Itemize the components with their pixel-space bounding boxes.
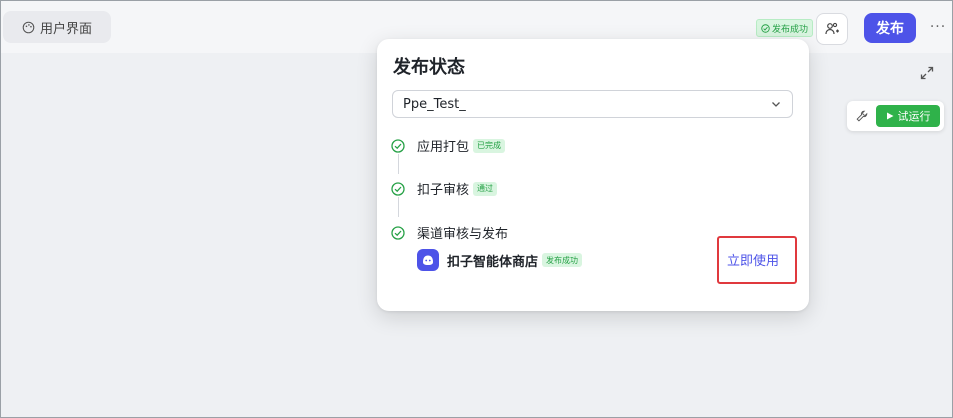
step-connector: [398, 197, 399, 217]
debug-toolbar: 试运行: [847, 101, 944, 131]
bot-select-value: Ppe_Test_: [403, 96, 466, 112]
bot-logo-icon: [417, 249, 439, 271]
more-icon: ···: [929, 19, 947, 35]
check-circle-icon: [391, 138, 405, 153]
users-add-icon: [825, 22, 839, 35]
publish-button[interactable]: 发布: [864, 13, 916, 43]
wrench-icon[interactable]: [855, 109, 869, 123]
test-run-label: 试运行: [897, 110, 931, 123]
more-menu-button[interactable]: ···: [927, 15, 949, 39]
step-label: 扣子审核: [417, 183, 470, 198]
step-packaging: 应用打包 已完成: [391, 136, 506, 155]
check-circle-icon: [761, 23, 770, 33]
check-circle-icon: [391, 225, 405, 240]
use-now-link[interactable]: 立即使用: [727, 250, 779, 269]
app-window: 用户界面 发布成功 发布 ··· 试运行 发布状态 Ppe_Test_ 应用打包…: [0, 0, 953, 418]
play-icon: [886, 112, 893, 120]
publish-status-badge: 发布成功: [756, 19, 814, 37]
chevron-down-icon: [772, 102, 780, 107]
panel-title: 发布状态: [393, 57, 465, 78]
step-connector: [398, 154, 399, 174]
tab-user-interface[interactable]: 用户界面: [3, 11, 111, 43]
expand-icon[interactable]: [919, 65, 935, 81]
status-badge-text: 发布成功: [772, 24, 809, 35]
step-review: 扣子审核 通过: [391, 179, 498, 198]
channel-status-badge: 发布成功: [542, 253, 583, 267]
test-run-button[interactable]: 试运行: [876, 105, 940, 127]
step-badge: 通过: [473, 181, 498, 196]
channel-name: 扣子智能体商店: [447, 254, 539, 270]
publish-status-panel: 发布状态 Ppe_Test_ 应用打包 已完成 扣子审核 通过 渠道审核与发布 …: [377, 39, 809, 311]
step-label: 应用打包: [417, 140, 470, 155]
channel-row: 扣子智能体商店 发布成功: [417, 249, 583, 271]
tab-label: 用户界面: [39, 21, 92, 37]
step-badge: 已完成: [473, 138, 506, 153]
check-circle-icon: [391, 181, 405, 196]
palette-icon: [22, 21, 35, 33]
collaborator-button[interactable]: [816, 13, 848, 45]
publish-button-label: 发布: [876, 21, 904, 37]
bot-select[interactable]: Ppe_Test_: [392, 90, 793, 118]
step-channel: 渠道审核与发布: [391, 223, 508, 242]
step-label: 渠道审核与发布: [417, 227, 509, 242]
